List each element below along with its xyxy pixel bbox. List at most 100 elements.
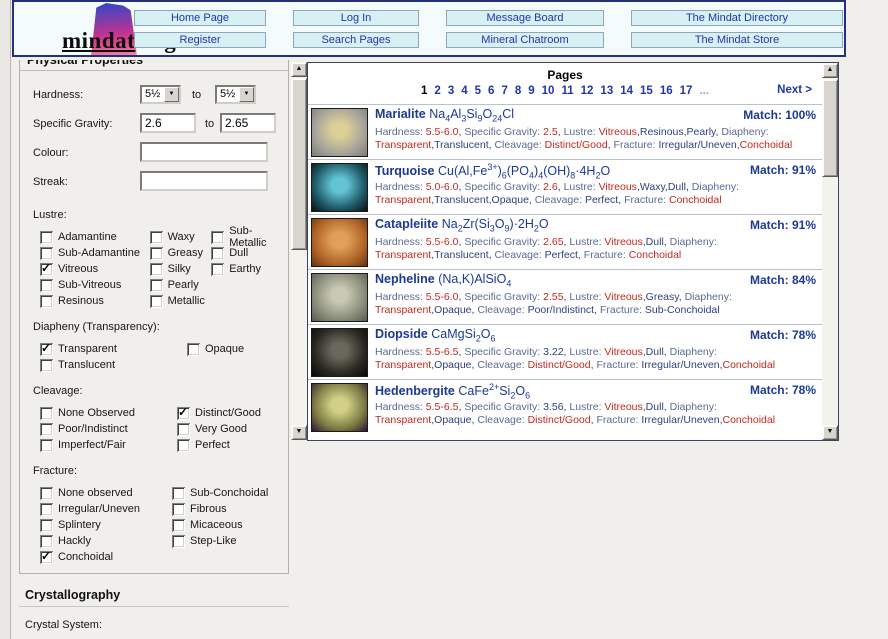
page-link-1[interactable]: 1 bbox=[421, 85, 427, 97]
checkbox-perfect[interactable]: Perfect bbox=[177, 437, 261, 453]
page-link-15[interactable]: 15 bbox=[640, 85, 653, 97]
checkbox-box-icon[interactable] bbox=[211, 231, 224, 244]
checkbox-box-icon[interactable] bbox=[150, 263, 163, 276]
checkbox-earthy[interactable]: Earthy bbox=[211, 261, 288, 277]
checkbox-micaceous[interactable]: Micaceous bbox=[172, 517, 268, 533]
checkbox-distinct-good[interactable]: Distinct/Good bbox=[177, 405, 261, 421]
checkbox-box-icon[interactable] bbox=[40, 231, 53, 244]
checkbox-box-icon[interactable] bbox=[172, 535, 185, 548]
checkbox-dull[interactable]: Dull bbox=[211, 245, 288, 261]
checkbox-metallic[interactable]: Metallic bbox=[150, 293, 212, 309]
checkbox-box-icon[interactable] bbox=[40, 439, 53, 452]
checkbox-sub-conchoidal[interactable]: Sub-Conchoidal bbox=[172, 485, 268, 501]
checkbox-box-icon[interactable] bbox=[172, 519, 185, 532]
checkbox-box-icon[interactable] bbox=[150, 247, 163, 260]
checkbox-box-icon[interactable] bbox=[150, 295, 163, 308]
page-link-6[interactable]: 6 bbox=[488, 85, 494, 97]
page-link-11[interactable]: 11 bbox=[561, 85, 573, 97]
checkbox-box-icon[interactable] bbox=[150, 231, 163, 244]
colour-input[interactable] bbox=[140, 142, 268, 162]
mineral-name-link[interactable]: Turquoise bbox=[375, 164, 435, 178]
checkbox-box-icon[interactable] bbox=[40, 423, 53, 436]
nav-button-register[interactable]: Register bbox=[134, 32, 266, 48]
mineral-thumbnail[interactable] bbox=[311, 218, 368, 267]
checkbox-very-good[interactable]: Very Good bbox=[177, 421, 261, 437]
scroll-down-icon[interactable]: ▼ bbox=[291, 425, 307, 440]
checkbox-poor-indistinct[interactable]: Poor/Indistinct bbox=[40, 421, 177, 437]
specific-gravity-to-input[interactable] bbox=[220, 113, 276, 133]
page-link-2[interactable]: 2 bbox=[434, 85, 440, 97]
checkbox-box-icon[interactable] bbox=[40, 519, 53, 532]
chevron-down-icon[interactable]: ▼ bbox=[164, 87, 179, 102]
chevron-down-icon[interactable]: ▼ bbox=[239, 87, 254, 102]
checkbox-adamantine[interactable]: Adamantine bbox=[40, 229, 150, 245]
checkbox-splintery[interactable]: Splintery bbox=[40, 517, 172, 533]
scrollbar-thumb[interactable] bbox=[291, 78, 307, 250]
mineral-thumbnail[interactable] bbox=[311, 273, 368, 322]
mineral-name-link[interactable]: Catapleiite bbox=[375, 217, 438, 231]
mineral-name-link[interactable]: Diopside bbox=[375, 327, 428, 341]
mineral-thumbnail[interactable] bbox=[311, 163, 368, 212]
checkbox-box-icon[interactable] bbox=[40, 487, 53, 500]
checkbox-box-icon[interactable] bbox=[187, 343, 200, 356]
checkbox-hackly[interactable]: Hackly bbox=[40, 533, 172, 549]
checkbox-conchoidal[interactable]: Conchoidal bbox=[40, 549, 172, 565]
checkbox-waxy[interactable]: Waxy bbox=[150, 229, 212, 245]
checkbox-box-icon[interactable] bbox=[40, 535, 53, 548]
nav-button-the-mindat-directory[interactable]: The Mindat Directory bbox=[631, 10, 843, 26]
scrollbar-thumb[interactable] bbox=[822, 79, 838, 177]
checkbox-pearly[interactable]: Pearly bbox=[150, 277, 212, 293]
hardness-from-select[interactable]: 5½ ▼ bbox=[140, 85, 181, 104]
checkbox-box-icon[interactable] bbox=[211, 263, 224, 276]
checkbox-box-icon[interactable] bbox=[172, 487, 185, 500]
hardness-to-select[interactable]: 5½ ▼ bbox=[215, 85, 256, 104]
page-link-13[interactable]: 13 bbox=[600, 85, 613, 97]
page-link-14[interactable]: 14 bbox=[620, 85, 633, 97]
mineral-thumbnail[interactable] bbox=[311, 108, 368, 157]
checkbox-box-icon[interactable] bbox=[40, 407, 53, 420]
page-link-16[interactable]: 16 bbox=[660, 85, 673, 97]
nav-button-mineral-chatroom[interactable]: Mineral Chatroom bbox=[446, 32, 604, 48]
nav-button-search-pages[interactable]: Search Pages bbox=[293, 32, 419, 48]
mineral-name-link[interactable]: Marialite bbox=[375, 107, 426, 121]
page-link-10[interactable]: 10 bbox=[542, 85, 555, 97]
checkbox-translucent[interactable]: Translucent bbox=[40, 357, 187, 373]
checkbox-imperfect-fair[interactable]: Imperfect/Fair bbox=[40, 437, 177, 453]
page-link-3[interactable]: 3 bbox=[448, 85, 454, 97]
checkbox-box-icon[interactable] bbox=[177, 439, 190, 452]
checkbox-box-icon[interactable] bbox=[40, 247, 53, 260]
checkbox-box-icon[interactable] bbox=[40, 279, 53, 292]
specific-gravity-from-input[interactable] bbox=[140, 113, 196, 133]
checkbox-box-icon[interactable] bbox=[40, 263, 53, 276]
checkbox-resinous[interactable]: Resinous bbox=[40, 293, 150, 309]
page-link-9[interactable]: 9 bbox=[528, 85, 534, 97]
checkbox-none-observed[interactable]: None observed bbox=[40, 485, 172, 501]
checkbox-box-icon[interactable] bbox=[40, 343, 53, 356]
checkbox-step-like[interactable]: Step-Like bbox=[172, 533, 268, 549]
page-link-5[interactable]: 5 bbox=[475, 85, 481, 97]
scroll-up-icon[interactable]: ▲ bbox=[291, 62, 307, 77]
checkbox-box-icon[interactable] bbox=[172, 503, 185, 516]
checkbox-box-icon[interactable] bbox=[40, 295, 53, 308]
checkbox-opaque[interactable]: Opaque bbox=[187, 341, 244, 357]
checkbox-box-icon[interactable] bbox=[40, 551, 53, 564]
checkbox-box-icon[interactable] bbox=[211, 247, 224, 260]
page-link-blank[interactable]: ... bbox=[699, 85, 709, 97]
page-link-8[interactable]: 8 bbox=[515, 85, 521, 97]
checkbox-none-observed[interactable]: None Observed bbox=[40, 405, 177, 421]
scroll-up-icon[interactable]: ▲ bbox=[822, 63, 838, 78]
checkbox-sub-metallic[interactable]: Sub-Metallic bbox=[211, 229, 288, 245]
page-link-4[interactable]: 4 bbox=[461, 85, 467, 97]
nav-button-the-mindat-store[interactable]: The Mindat Store bbox=[631, 32, 843, 48]
page-link-12[interactable]: 12 bbox=[581, 85, 594, 97]
mineral-thumbnail[interactable] bbox=[311, 383, 368, 432]
page-link-17[interactable]: 17 bbox=[680, 85, 693, 97]
checkbox-box-icon[interactable] bbox=[40, 503, 53, 516]
checkbox-sub-vitreous[interactable]: Sub-Vitreous bbox=[40, 277, 150, 293]
checkbox-vitreous[interactable]: Vitreous bbox=[40, 261, 150, 277]
streak-input[interactable] bbox=[140, 171, 268, 191]
checkbox-box-icon[interactable] bbox=[40, 359, 53, 372]
mineral-name-link[interactable]: Hedenbergite bbox=[375, 384, 455, 398]
checkbox-silky[interactable]: Silky bbox=[150, 261, 212, 277]
mineral-thumbnail[interactable] bbox=[311, 328, 368, 377]
